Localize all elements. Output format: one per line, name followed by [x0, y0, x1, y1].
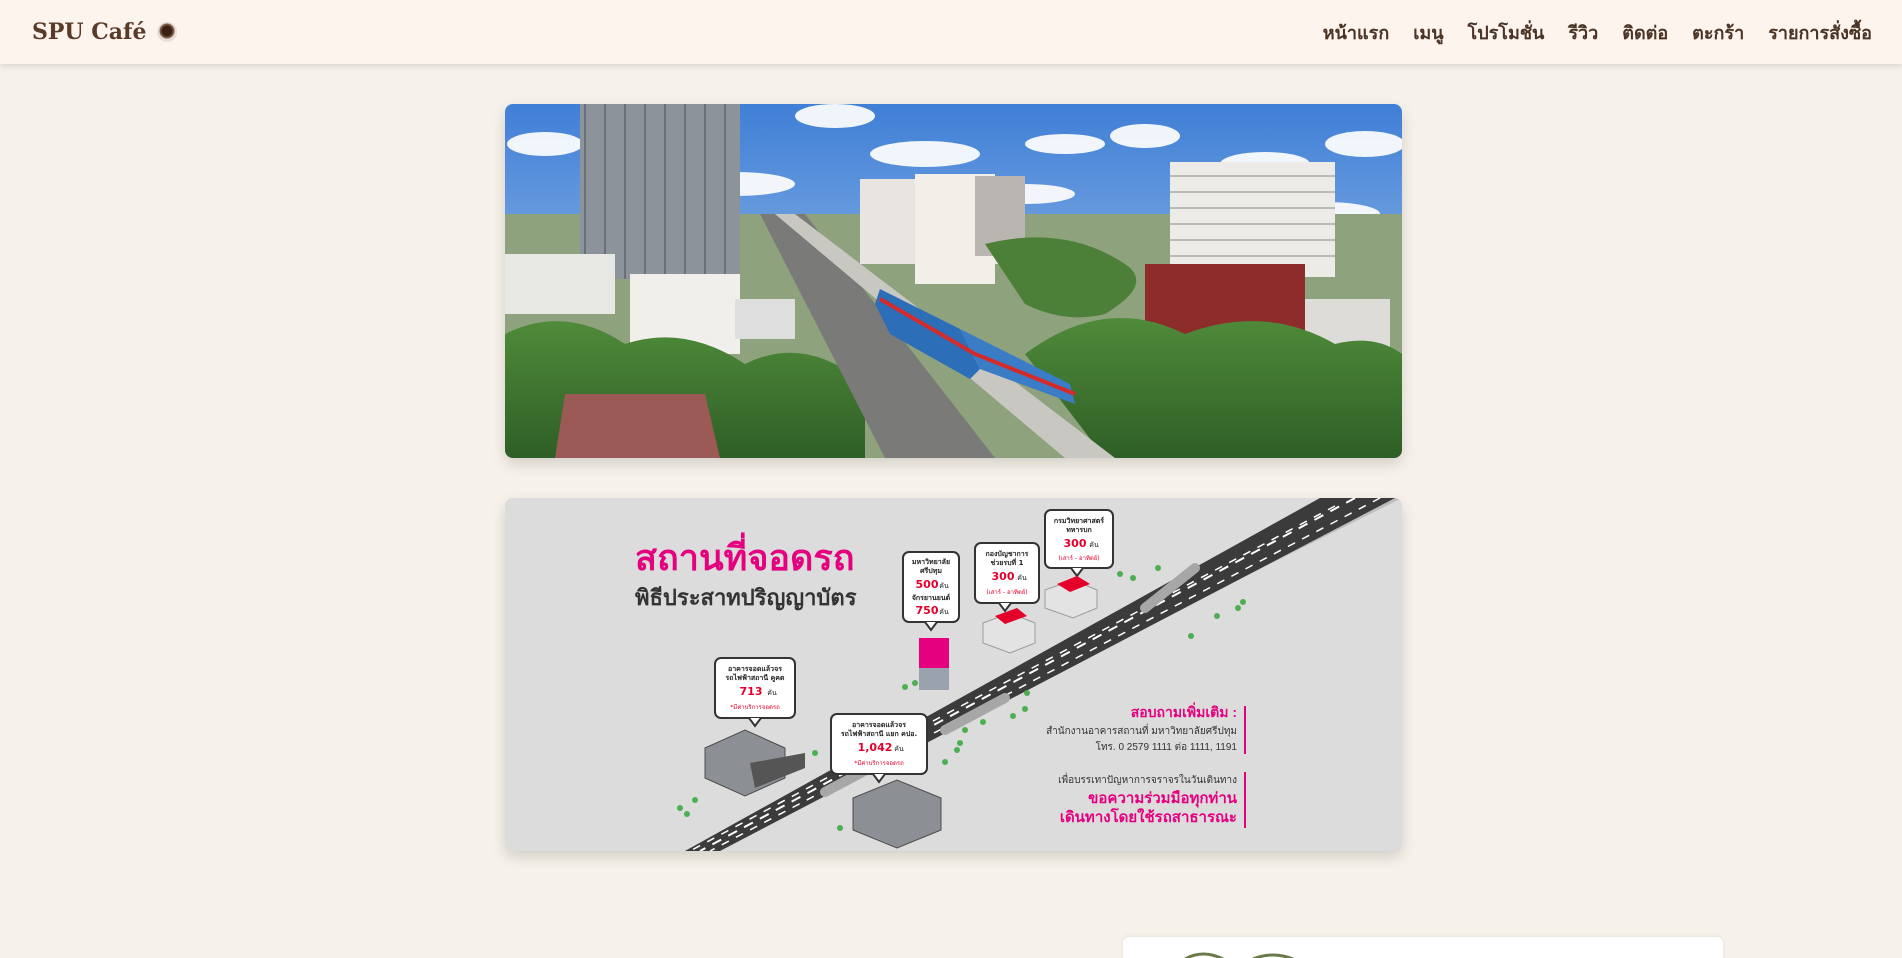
appeal-line1: เพื่อบรรเทาปัญหาการจราจรในวันเดินทาง: [1058, 772, 1237, 786]
brand-name[interactable]: SPU Café: [32, 19, 147, 45]
svg-text:300: 300: [992, 570, 1015, 583]
nav-link-promotions[interactable]: โปรโมชั่น: [1468, 18, 1545, 47]
inquiry-phone: โทร. 0 2579 1111 ต่อ 1111, 1191: [1096, 740, 1238, 753]
parking-infographic: สถานที่จอดรถ พิธีประสาทปริญญาบัตร มหาวิท…: [505, 498, 1402, 851]
brand[interactable]: SPU Café: [32, 19, 177, 45]
svg-text:750: 750: [916, 604, 939, 617]
svg-text:กองบัญชาการ: กองบัญชาการ: [986, 550, 1029, 558]
campus-skytrain-photo: [505, 104, 1402, 458]
inquiry-office: สำนักงานอาคารสถานที่ มหาวิทยาลัยศรีปทุม: [1046, 723, 1237, 737]
svg-text:713: 713: [740, 685, 763, 698]
svg-text:*มีค่าบริการจอดรถ: *มีค่าบริการจอดรถ: [854, 759, 904, 767]
svg-text:คัน: คัน: [939, 608, 949, 616]
svg-text:คัน: คัน: [939, 582, 949, 590]
callout-support-command: กองบัญชาการ ช่วยรบที่ 1 300 คัน (เสาร์ -…: [974, 542, 1040, 654]
svg-text:อาคารจอดแล้วจร: อาคารจอดแล้วจร: [728, 664, 782, 673]
appeal-line2: ขอความร่วมมือทุกท่าน: [1088, 790, 1238, 808]
coffee-cup-icon: [156, 22, 177, 42]
svg-text:500: 500: [916, 578, 939, 591]
svg-text:ช่วยรบที่ 1: ช่วยรบที่ 1: [991, 557, 1024, 567]
nav-link-contact[interactable]: ติดต่อ: [1622, 18, 1668, 47]
svg-text:รถไฟฟ้าสถานี แยก คปอ.: รถไฟฟ้าสถานี แยก คปอ.: [841, 729, 917, 738]
svg-text:จักรยานยนต์: จักรยานยนต์: [912, 593, 951, 602]
svg-text:1,042: 1,042: [858, 741, 893, 754]
parking-title: สถานที่จอดรถ: [635, 532, 855, 578]
svg-text:คัน: คัน: [1089, 541, 1099, 549]
svg-text:กรมวิทยาศาสตร์: กรมวิทยาศาสตร์: [1054, 516, 1104, 525]
parking-map: สถานที่จอดรถ พิธีประสาทปริญญาบัตร มหาวิท…: [505, 498, 1402, 851]
nav-link-cart[interactable]: ตะกร้า: [1692, 18, 1744, 47]
nav-link-menu[interactable]: เมนู: [1413, 18, 1443, 47]
parking-subtitle: พิธีประสาทปริญญาบัตร: [635, 585, 857, 611]
svg-text:มหาวิทยาลัย: มหาวิทยาลัย: [912, 558, 950, 566]
svg-text:300: 300: [1064, 537, 1087, 550]
card-title-partial: [1184, 952, 1294, 958]
nav-link-home[interactable]: หน้าแรก: [1323, 18, 1389, 47]
svg-text:ศรีปทุม: ศรีปทุม: [920, 567, 942, 575]
svg-text:คัน: คัน: [767, 689, 777, 697]
svg-text:*มีค่าบริการจอดรถ: *มีค่าบริการจอดรถ: [730, 703, 780, 711]
appeal-line3: เดินทางโดยใช้รถสาธารณะ: [1060, 807, 1237, 826]
svg-text:อาคารจอดแล้วจร: อาคารจอดแล้วจร: [852, 720, 906, 729]
top-navbar: SPU Café หน้าแรก เมนู โปรโมชั่น รีวิว ติ…: [0, 0, 1902, 64]
nav-links: หน้าแรก เมนู โปรโมชั่น รีวิว ติดต่อ ตะกร…: [1323, 18, 1872, 47]
nav-link-orders[interactable]: รายการสั่งซื้อ: [1768, 18, 1872, 47]
svg-text:รถไฟฟ้าสถานี คูคต: รถไฟฟ้าสถานี คูคต: [726, 673, 785, 683]
svg-text:คัน: คัน: [1017, 574, 1027, 582]
svg-text:(เสาร์ - อาทิตย์): (เสาร์ - อาทิตย์): [1058, 554, 1099, 562]
hero-banner-image: [505, 104, 1402, 458]
svg-text:คัน: คัน: [894, 745, 904, 753]
bottom-card-peek: [1123, 937, 1723, 958]
svg-text:ทหารบก: ทหารบก: [1066, 526, 1092, 534]
nav-link-reviews[interactable]: รีวิว: [1568, 18, 1598, 47]
svg-text:(เสาร์ - อาทิตย์): (เสาร์ - อาทิตย์): [986, 588, 1027, 596]
inquiry-heading: สอบถามเพิ่มเติม :: [1131, 702, 1237, 720]
